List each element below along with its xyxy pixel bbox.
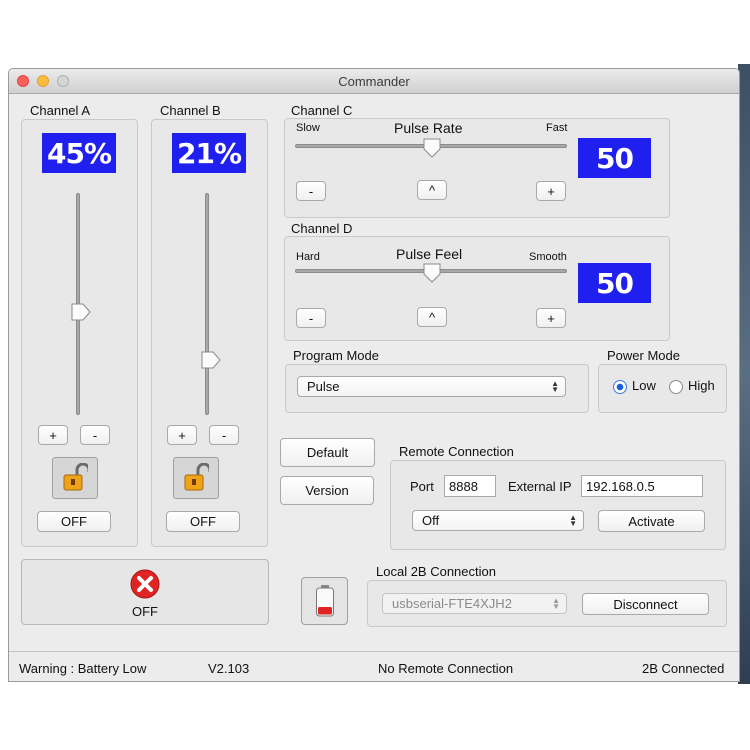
channel-c-plus-button[interactable]: +: [536, 181, 566, 201]
power-mode-label: Power Mode: [607, 348, 680, 363]
channel-c-slider-title: Pulse Rate: [394, 120, 463, 136]
channel-b-off-button[interactable]: OFF: [166, 511, 240, 532]
stepper-arrows-icon: ▲ ▼: [552, 595, 560, 611]
desktop-background-bottom: [0, 684, 750, 750]
program-mode-select[interactable]: Pulse ▲ ▼: [297, 376, 566, 397]
power-high-label[interactable]: High: [688, 378, 715, 393]
status-remote: No Remote Connection: [378, 661, 514, 676]
window-title: Commander: [338, 74, 410, 89]
channel-b-slider-track[interactable]: [205, 193, 209, 415]
external-ip-label: External IP: [508, 479, 572, 494]
channel-d-value-readout: 50: [578, 263, 651, 303]
channel-b-slider-thumb[interactable]: [201, 351, 221, 369]
disconnect-button[interactable]: Disconnect: [582, 593, 709, 615]
channel-d-slider-title: Pulse Feel: [396, 246, 463, 262]
remote-mode-select[interactable]: Off ▲ ▼: [412, 510, 584, 531]
power-low-label[interactable]: Low: [632, 378, 656, 393]
remote-connection-panel: [390, 460, 726, 550]
channel-c-center-button[interactable]: ^: [417, 180, 447, 200]
remote-mode-selected: Off: [422, 513, 440, 528]
channel-b-plus-button[interactable]: +: [167, 425, 197, 445]
port-label: Port: [410, 479, 434, 494]
channel-b-label: Channel B: [160, 103, 221, 118]
channel-c-min-label: Slow: [296, 122, 320, 134]
program-mode-selected: Pulse: [307, 379, 340, 394]
program-mode-label: Program Mode: [293, 348, 379, 363]
channel-c-value-readout: 50: [578, 138, 651, 178]
channel-d-label: Channel D: [291, 221, 353, 236]
commander-window: Commander Channel A 45% + - OFF Channel …: [8, 68, 740, 682]
stepper-arrows-icon: ▲ ▼: [569, 512, 577, 528]
channel-c-minus-button[interactable]: -: [296, 181, 326, 201]
status-device: 2B Connected: [642, 661, 725, 676]
unlocked-padlock-icon: [184, 463, 209, 491]
version-button[interactable]: Version: [280, 476, 374, 505]
local-2b-label: Local 2B Connection: [376, 564, 496, 579]
channel-d-max-label: Smooth: [529, 251, 567, 263]
status-version: V2.103: [208, 661, 250, 676]
channel-c-slider-thumb[interactable]: [423, 138, 441, 158]
channel-a-plus-button[interactable]: +: [38, 425, 68, 445]
channel-a-minus-button[interactable]: -: [80, 425, 110, 445]
battery-button[interactable]: [301, 577, 348, 625]
channel-d-min-label: Hard: [296, 251, 320, 263]
unlocked-padlock-icon: [63, 463, 88, 491]
desktop-background-top: [0, 0, 750, 64]
remote-connection-label: Remote Connection: [399, 444, 514, 459]
default-button[interactable]: Default: [280, 438, 375, 467]
stop-x-icon: [130, 569, 160, 599]
channel-b-minus-button[interactable]: -: [209, 425, 239, 445]
channel-b-level-readout: 21%: [172, 133, 246, 173]
external-ip-input[interactable]: 192.168.0.5: [581, 475, 703, 497]
channel-a-label: Channel A: [30, 103, 90, 118]
status-warning: Warning : Battery Low: [19, 661, 147, 676]
channel-a-slider-thumb[interactable]: [71, 303, 91, 321]
channel-c-max-label: Fast: [546, 122, 568, 134]
device-select[interactable]: usbserial-FTE4XJH2 ▲ ▼: [382, 593, 567, 614]
stepper-arrows-icon: ▲ ▼: [551, 378, 559, 394]
master-off-label: OFF: [132, 604, 158, 619]
battery-low-icon: [316, 585, 334, 617]
power-low-radio[interactable]: [613, 380, 627, 394]
channel-d-plus-button[interactable]: +: [536, 308, 566, 328]
title-bar[interactable]: Commander: [9, 69, 739, 94]
channel-b-lock-button[interactable]: [173, 457, 219, 499]
channel-a-level-readout: 45%: [42, 133, 116, 173]
channel-a-lock-button[interactable]: [52, 457, 98, 499]
activate-button[interactable]: Activate: [598, 510, 705, 532]
power-high-radio[interactable]: [669, 380, 683, 394]
status-bar: Warning : Battery Low V2.103 No Remote C…: [9, 651, 739, 681]
channel-d-slider-thumb[interactable]: [423, 263, 441, 283]
channel-c-label: Channel C: [291, 103, 353, 118]
channel-a-off-button[interactable]: OFF: [37, 511, 111, 532]
device-selected: usbserial-FTE4XJH2: [392, 596, 512, 611]
channel-d-minus-button[interactable]: -: [296, 308, 326, 328]
master-off-button[interactable]: OFF: [21, 559, 269, 625]
channel-d-center-button[interactable]: ^: [417, 307, 447, 327]
port-input[interactable]: 8888: [444, 475, 496, 497]
